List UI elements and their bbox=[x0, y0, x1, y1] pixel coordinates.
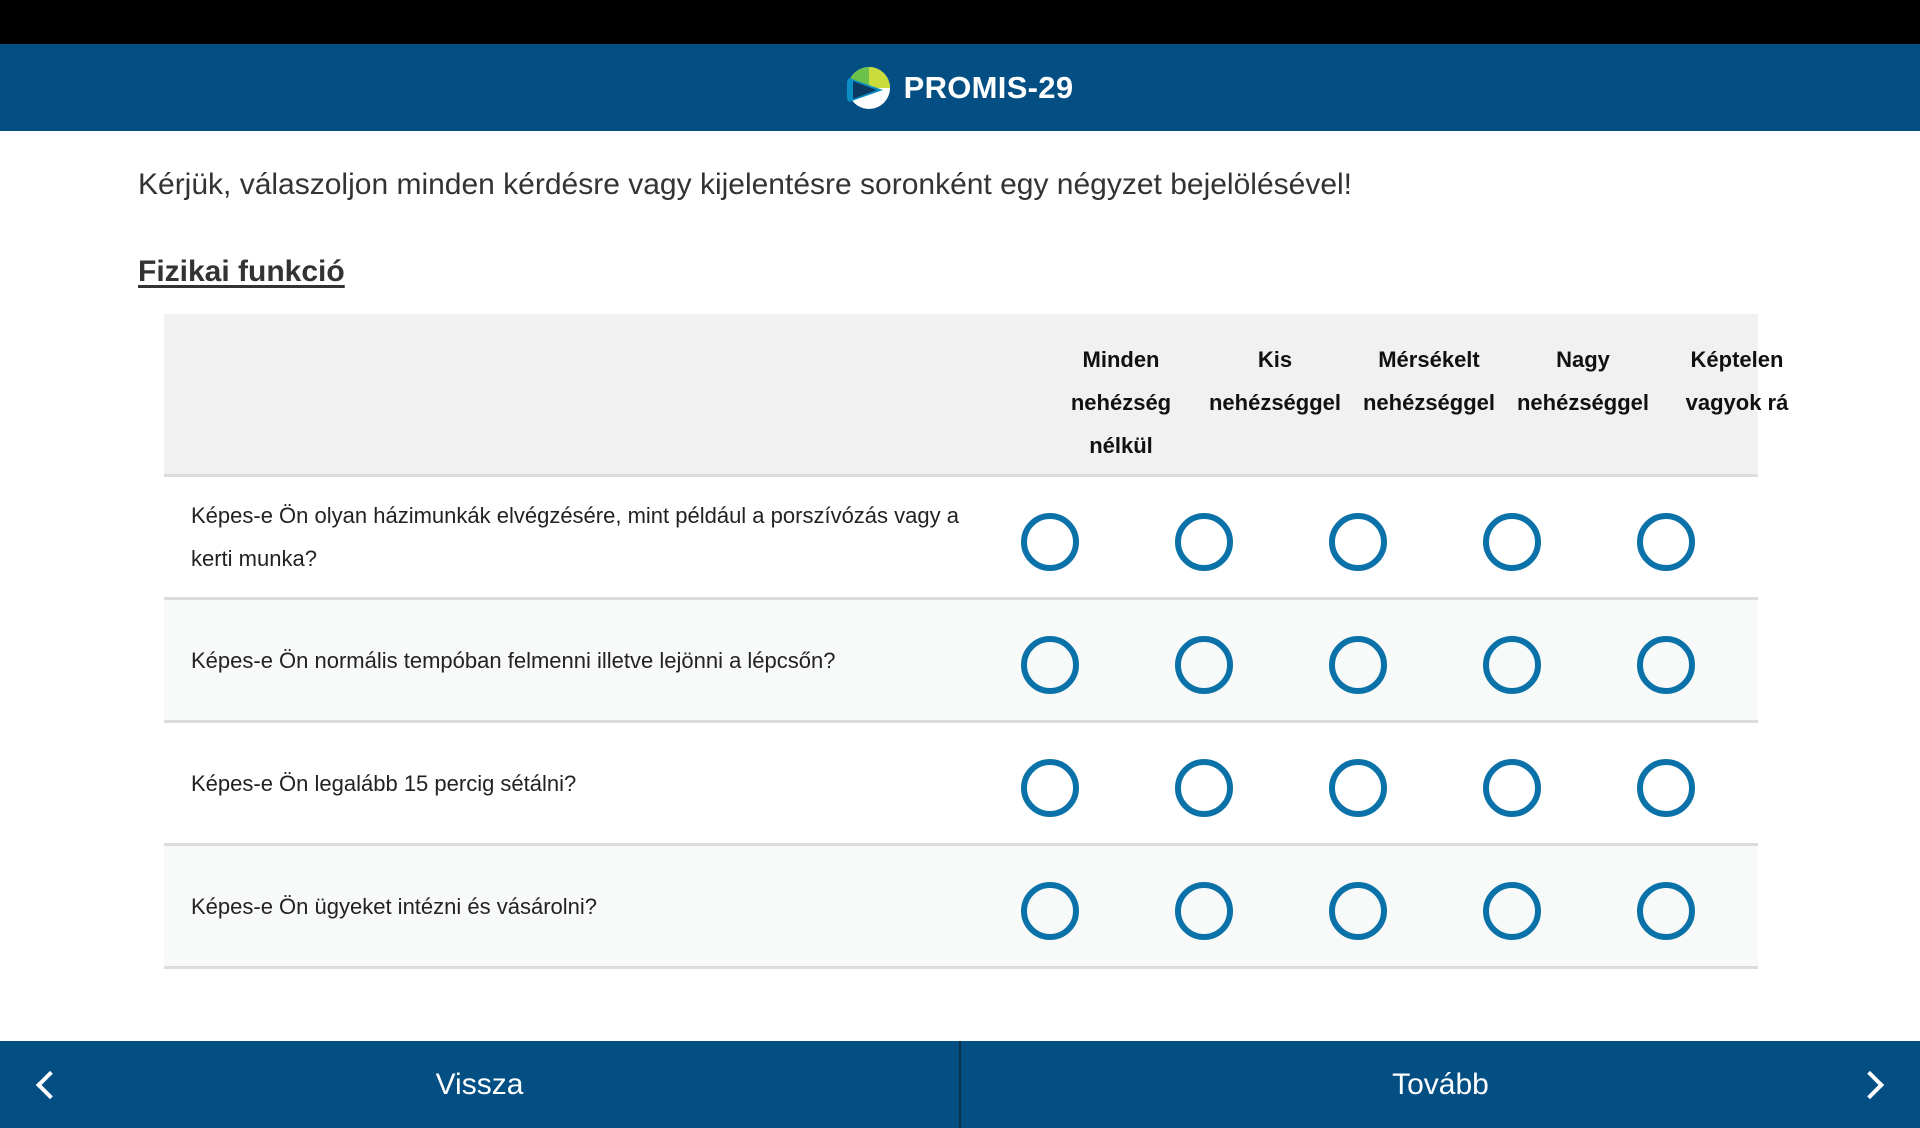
question-text: Képes-e Ön olyan házimunkák elvégzésére,… bbox=[191, 503, 959, 571]
column-header-much-difficulty: Nagy nehézséggel bbox=[1516, 347, 1650, 415]
radio-option-unable[interactable] bbox=[1637, 759, 1695, 817]
question-grid: Minden nehézség nélkül Kis nehézséggel M… bbox=[164, 314, 1788, 969]
question-text: Képes-e Ön legalább 15 percig sétálni? bbox=[191, 770, 577, 796]
question-text: Képes-e Ön ügyeket intézni és vásárolni? bbox=[191, 893, 598, 919]
radio-option-unable[interactable] bbox=[1637, 882, 1695, 940]
column-header-little-difficulty: Kis nehézséggel bbox=[1208, 347, 1342, 415]
radio-option-some-difficulty[interactable] bbox=[1329, 513, 1387, 571]
question-row: Képes-e Ön normális tempóban felmenni il… bbox=[164, 600, 1758, 723]
column-header-no-difficulty: Minden nehézség nélkül bbox=[1070, 347, 1172, 458]
next-button-label: Tovább bbox=[1392, 1067, 1489, 1101]
grid-header: Minden nehézség nélkül Kis nehézséggel M… bbox=[164, 314, 1788, 477]
radio-option-no-difficulty[interactable] bbox=[1021, 513, 1079, 571]
column-header-some-difficulty: Mérsékelt nehézséggel bbox=[1362, 347, 1496, 415]
radio-option-no-difficulty[interactable] bbox=[1021, 759, 1079, 817]
radio-option-little-difficulty[interactable] bbox=[1175, 759, 1233, 817]
radio-option-little-difficulty[interactable] bbox=[1175, 513, 1233, 571]
footer-nav: Vissza Tovább bbox=[0, 1041, 1920, 1128]
question-row: Képes-e Ön ügyeket intézni és vásárolni? bbox=[164, 846, 1758, 969]
chevron-right-icon bbox=[1855, 1070, 1885, 1099]
radio-option-much-difficulty[interactable] bbox=[1483, 513, 1541, 571]
radio-option-little-difficulty[interactable] bbox=[1175, 882, 1233, 940]
radio-option-much-difficulty[interactable] bbox=[1483, 636, 1541, 694]
radio-option-some-difficulty[interactable] bbox=[1329, 882, 1387, 940]
column-header-unable: Képtelen vagyok rá bbox=[1685, 347, 1789, 415]
radio-option-some-difficulty[interactable] bbox=[1329, 636, 1387, 694]
back-button[interactable]: Vissza bbox=[0, 1041, 961, 1128]
promis-logo-icon bbox=[846, 66, 890, 109]
back-button-label: Vissza bbox=[435, 1067, 524, 1101]
radio-option-unable[interactable] bbox=[1637, 636, 1695, 694]
radio-option-some-difficulty[interactable] bbox=[1329, 759, 1387, 817]
question-row: Képes-e Ön legalább 15 percig sétálni? bbox=[164, 723, 1758, 846]
chevron-left-icon bbox=[35, 1070, 65, 1099]
radio-option-unable[interactable] bbox=[1637, 513, 1695, 571]
radio-option-little-difficulty[interactable] bbox=[1175, 636, 1233, 694]
app-header: PROMIS-29 bbox=[0, 44, 1920, 131]
radio-option-no-difficulty[interactable] bbox=[1021, 636, 1079, 694]
next-button[interactable]: Tovább bbox=[961, 1041, 1920, 1128]
app-title: PROMIS-29 bbox=[903, 69, 1074, 105]
radio-option-no-difficulty[interactable] bbox=[1021, 882, 1079, 940]
radio-option-much-difficulty[interactable] bbox=[1483, 882, 1541, 940]
instructions-text: Kérjük, válaszoljon minden kérdésre vagy… bbox=[138, 168, 1353, 201]
status-bar bbox=[0, 0, 1920, 44]
question-row: Képes-e Ön olyan házimunkák elvégzésére,… bbox=[164, 477, 1758, 600]
section-title: Fizikai funkció bbox=[138, 255, 345, 288]
question-text: Képes-e Ön normális tempóban felmenni il… bbox=[191, 647, 836, 673]
radio-option-much-difficulty[interactable] bbox=[1483, 759, 1541, 817]
